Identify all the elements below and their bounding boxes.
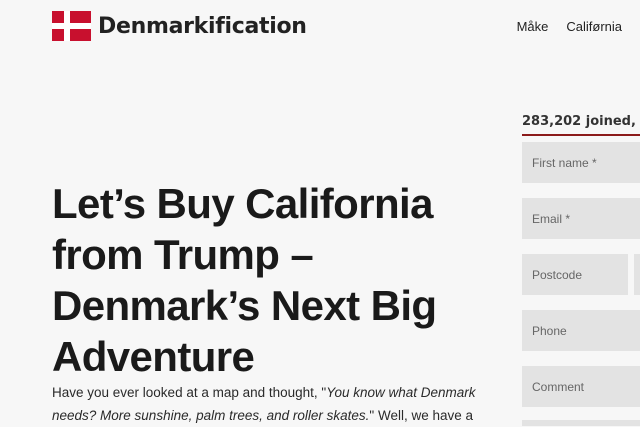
city-field[interactable] — [634, 254, 640, 295]
nav-link-make[interactable]: Måke — [517, 19, 549, 34]
intro-text: Have you ever looked at a map and though… — [52, 385, 327, 400]
first-name-placeholder: First name * — [532, 155, 597, 170]
intro-paragraph: Have you ever looked at a map and though… — [52, 381, 502, 427]
phone-placeholder: Phone — [532, 323, 567, 338]
danish-flag-icon — [52, 11, 91, 41]
first-name-field[interactable]: First name * — [522, 142, 640, 183]
comment-field[interactable]: Comment — [522, 366, 640, 407]
nav-link-california[interactable]: Califørnia — [566, 19, 622, 34]
phone-field[interactable]: Phone — [522, 310, 640, 351]
email-field[interactable]: Email * — [522, 198, 640, 239]
site-header: Denmarkification Måke Califørnia — [0, 0, 640, 56]
main-nav: Måke Califørnia — [517, 19, 622, 34]
email-placeholder: Email * — [532, 211, 571, 226]
postcode-field[interactable]: Postcode — [522, 254, 628, 295]
postcode-placeholder: Postcode — [532, 267, 583, 282]
comment-placeholder: Comment — [532, 379, 585, 394]
site-logo[interactable]: Denmarkification — [52, 11, 307, 41]
page-title: Let’s Buy California from Trump – Denmar… — [52, 180, 437, 380]
signup-counter: 283,202 joined, let's go! — [522, 114, 640, 136]
next-field[interactable] — [522, 420, 640, 426]
brand-name: Denmarkification — [98, 13, 307, 39]
intro-text-rest: " Well, we have a — [369, 408, 474, 423]
